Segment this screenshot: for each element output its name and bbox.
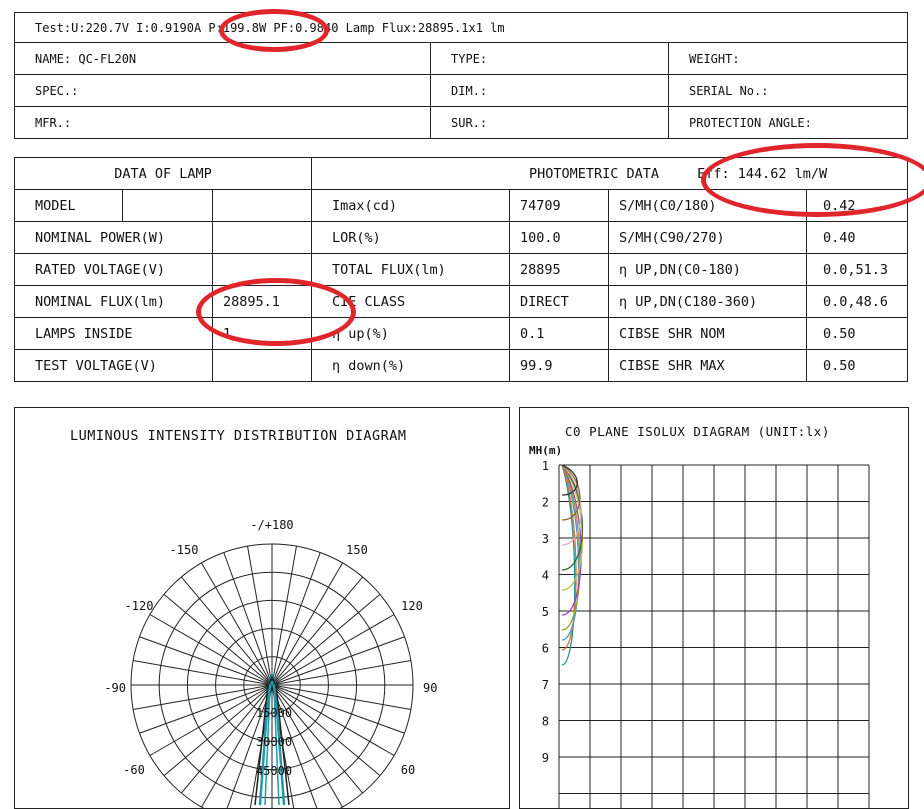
- photo-value1: 74709: [509, 189, 610, 222]
- polar-angle-label: 150: [346, 543, 368, 557]
- lamp-row-label: TEST VOLTAGE(V): [14, 349, 213, 382]
- polar-angle-label: 60: [401, 763, 415, 777]
- type-field: TYPE:: [430, 42, 669, 75]
- photo-label1: TOTAL FLUX(lm): [311, 253, 511, 286]
- weight-field: WEIGHT:: [667, 42, 909, 75]
- polar-angle-label: -120: [125, 599, 154, 613]
- photo-label2: η UP,DN(C0-180): [608, 253, 808, 286]
- photo-label2: S/MH(C90/270): [608, 221, 808, 254]
- efficiency-annotation-oval: [701, 143, 924, 217]
- photo-label1: LOR(%): [311, 221, 511, 254]
- protection-angle-field: PROTECTION ANGLE:: [667, 106, 909, 139]
- photo-value1: 28895: [509, 253, 610, 286]
- photo-label1: Imax(cd): [311, 189, 511, 222]
- lamp-row-label: NOMINAL FLUX(lm): [14, 285, 213, 318]
- isolux-y-tick-label: 7: [542, 678, 549, 692]
- isolux-y-tick-label: 3: [542, 532, 549, 546]
- spec-field: SPEC.:: [14, 74, 431, 107]
- polar-intensity-label: 45000: [256, 764, 292, 778]
- isolux-y-tick-label: 8: [542, 715, 549, 729]
- lamp-row-label: LAMPS INSIDE: [14, 317, 213, 350]
- dim-field: DIM.:: [430, 74, 669, 107]
- photo-value2: 0.50: [806, 349, 909, 382]
- polar-diagram-panel: LUMINOUS INTENSITY DISTRIBUTION DIAGRAM …: [14, 407, 510, 809]
- photo-value2: 0.40: [806, 221, 909, 254]
- photo-value2: 0.50: [806, 317, 909, 350]
- photo-value1: 99.9: [509, 349, 610, 382]
- polar-angle-label: 90: [423, 681, 437, 695]
- photometric-title: PHOTOMETRIC DATA: [529, 165, 660, 182]
- isolux-y-tick-label: 1: [542, 459, 549, 473]
- specimen-info-table: Test:U:220.7V I:0.9190A P:199.8W PF:0.98…: [13, 12, 909, 139]
- isolux-y-tick-label: 5: [542, 605, 549, 619]
- lamp-row-label: RATED VOLTAGE(V): [14, 253, 213, 286]
- isolux-y-tick-label: 9: [542, 751, 549, 765]
- photo-value1: 0.1: [509, 317, 610, 350]
- polar-angle-label: -90: [104, 681, 126, 695]
- polar-diagram: -/+180 -150 150 -120 120 -90 90 -60 60 15000 30000…: [104, 518, 437, 808]
- photo-label2: η UP,DN(C180-360): [608, 285, 808, 318]
- lamp-row-label: MODEL: [14, 189, 123, 222]
- lamp-row-label: NOMINAL POWER(W): [14, 221, 213, 254]
- photo-value2: 0.0,48.6: [806, 285, 909, 318]
- isolux-diagram: MH(m) 1 2 3 4 5 6 7 8 9: [529, 444, 870, 808]
- isolux-y-axis-label: MH(m): [529, 444, 562, 457]
- photo-label1: η down(%): [311, 349, 511, 382]
- flux-annotation-oval: [196, 278, 356, 346]
- photo-value2: 0.0,51.3: [806, 253, 909, 286]
- photo-label2: CIBSE SHR NOM: [608, 317, 808, 350]
- power-annotation-oval: [219, 9, 329, 52]
- sur-field: SUR.:: [430, 106, 669, 139]
- photo-label2: CIBSE SHR MAX: [608, 349, 808, 382]
- isolux-diagram-panel: C0 PLANE ISOLUX DIAGRAM (UNIT:lx) MH(m) 1…: [519, 407, 909, 809]
- isolux-y-tick-label: 2: [542, 496, 549, 510]
- polar-intensity-label: 30000: [256, 735, 292, 749]
- polar-angle-label: -60: [123, 763, 145, 777]
- polar-angle-label: -150: [170, 543, 199, 557]
- lamp-row-value: [211, 221, 313, 254]
- serial-field: SERIAL No.:: [667, 74, 909, 107]
- test-readings-start: Test:U:220.7V I:0.9190A: [35, 20, 209, 35]
- lamp-row-value-cell: [121, 189, 313, 222]
- mfr-field: MFR.:: [14, 106, 431, 139]
- polar-angle-label: -/+180: [250, 518, 293, 532]
- lamp-row-value: [211, 349, 313, 382]
- photo-value1: DIRECT: [509, 285, 610, 318]
- name-field: NAME: QC-FL20N: [14, 42, 431, 75]
- lamp-data-title: DATA OF LAMP: [13, 157, 313, 190]
- polar-angle-label: 120: [401, 599, 423, 613]
- isolux-y-tick-label: 6: [542, 642, 549, 656]
- photo-value1: 100.0: [509, 221, 610, 254]
- lamp-row-value: [213, 191, 311, 221]
- isolux-y-tick-label: 4: [542, 569, 549, 583]
- polar-intensity-label: 15000: [256, 706, 292, 720]
- test-summary-line: Test:U:220.7V I:0.9190A P:199.8W PF:0.98…: [13, 12, 909, 43]
